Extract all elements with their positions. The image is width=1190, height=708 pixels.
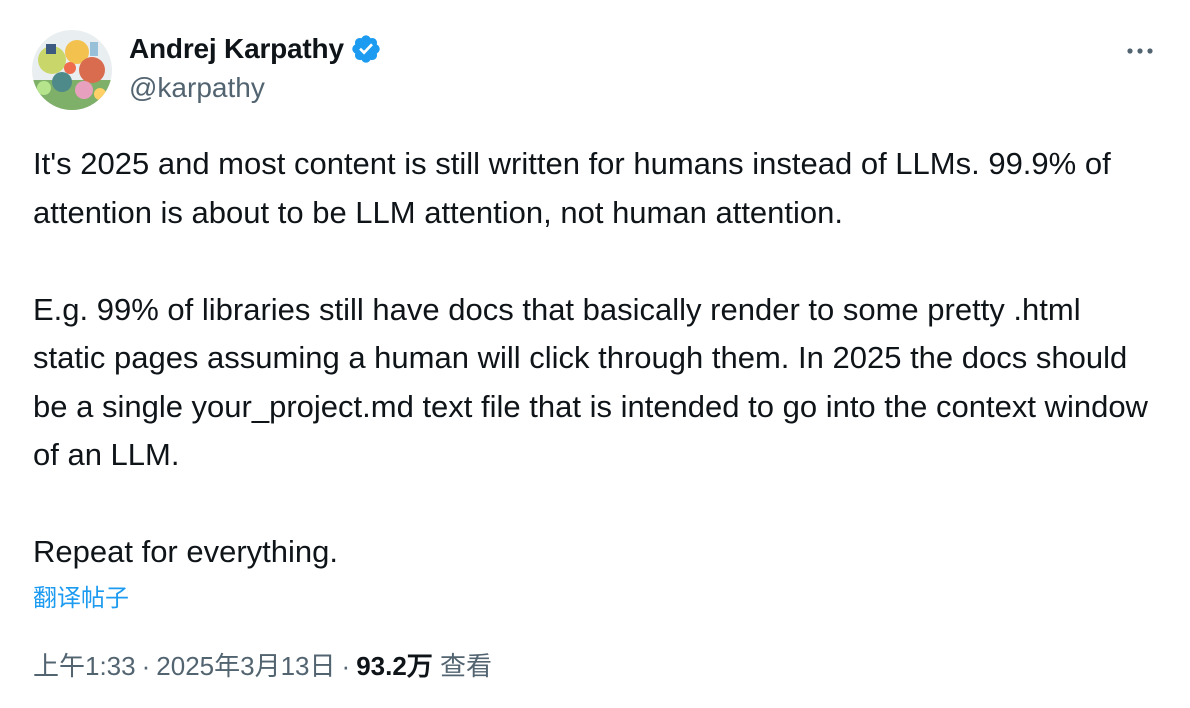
avatar[interactable] xyxy=(32,30,112,110)
verified-badge-icon xyxy=(350,33,382,65)
tweet-time[interactable]: 上午1:33 xyxy=(33,651,136,681)
separator-dot: · xyxy=(141,651,151,681)
avatar-image xyxy=(32,30,112,110)
tweet-meta: 上午1:33 · 2025年3月13日 · 93.2万 查看 xyxy=(33,646,492,683)
translate-post-link[interactable]: 翻译帖子 xyxy=(33,578,129,613)
tweet-date[interactable]: 2025年3月13日 xyxy=(156,651,335,681)
tweet-card: Andrej Karpathy @karpathy It's 2025 and … xyxy=(0,0,1190,708)
tweet-paragraph: E.g. 99% of libraries still have docs th… xyxy=(33,291,1148,473)
tweet-paragraph: It's 2025 and most content is still writ… xyxy=(33,146,1111,230)
author-display-name[interactable]: Andrej Karpathy xyxy=(129,33,344,65)
views-count[interactable]: 93.2万 xyxy=(356,651,433,681)
tweet-paragraph: Repeat for everything. xyxy=(33,534,339,569)
tweet-text: It's 2025 and most content is still writ… xyxy=(33,140,1153,577)
more-horizontal-icon[interactable] xyxy=(1120,36,1160,66)
name-row: Andrej Karpathy xyxy=(129,30,382,68)
author-handle[interactable]: @karpathy xyxy=(129,72,382,104)
views-label: 查看 xyxy=(440,651,493,681)
separator-dot: · xyxy=(341,651,351,681)
author-block: Andrej Karpathy @karpathy xyxy=(129,30,382,104)
